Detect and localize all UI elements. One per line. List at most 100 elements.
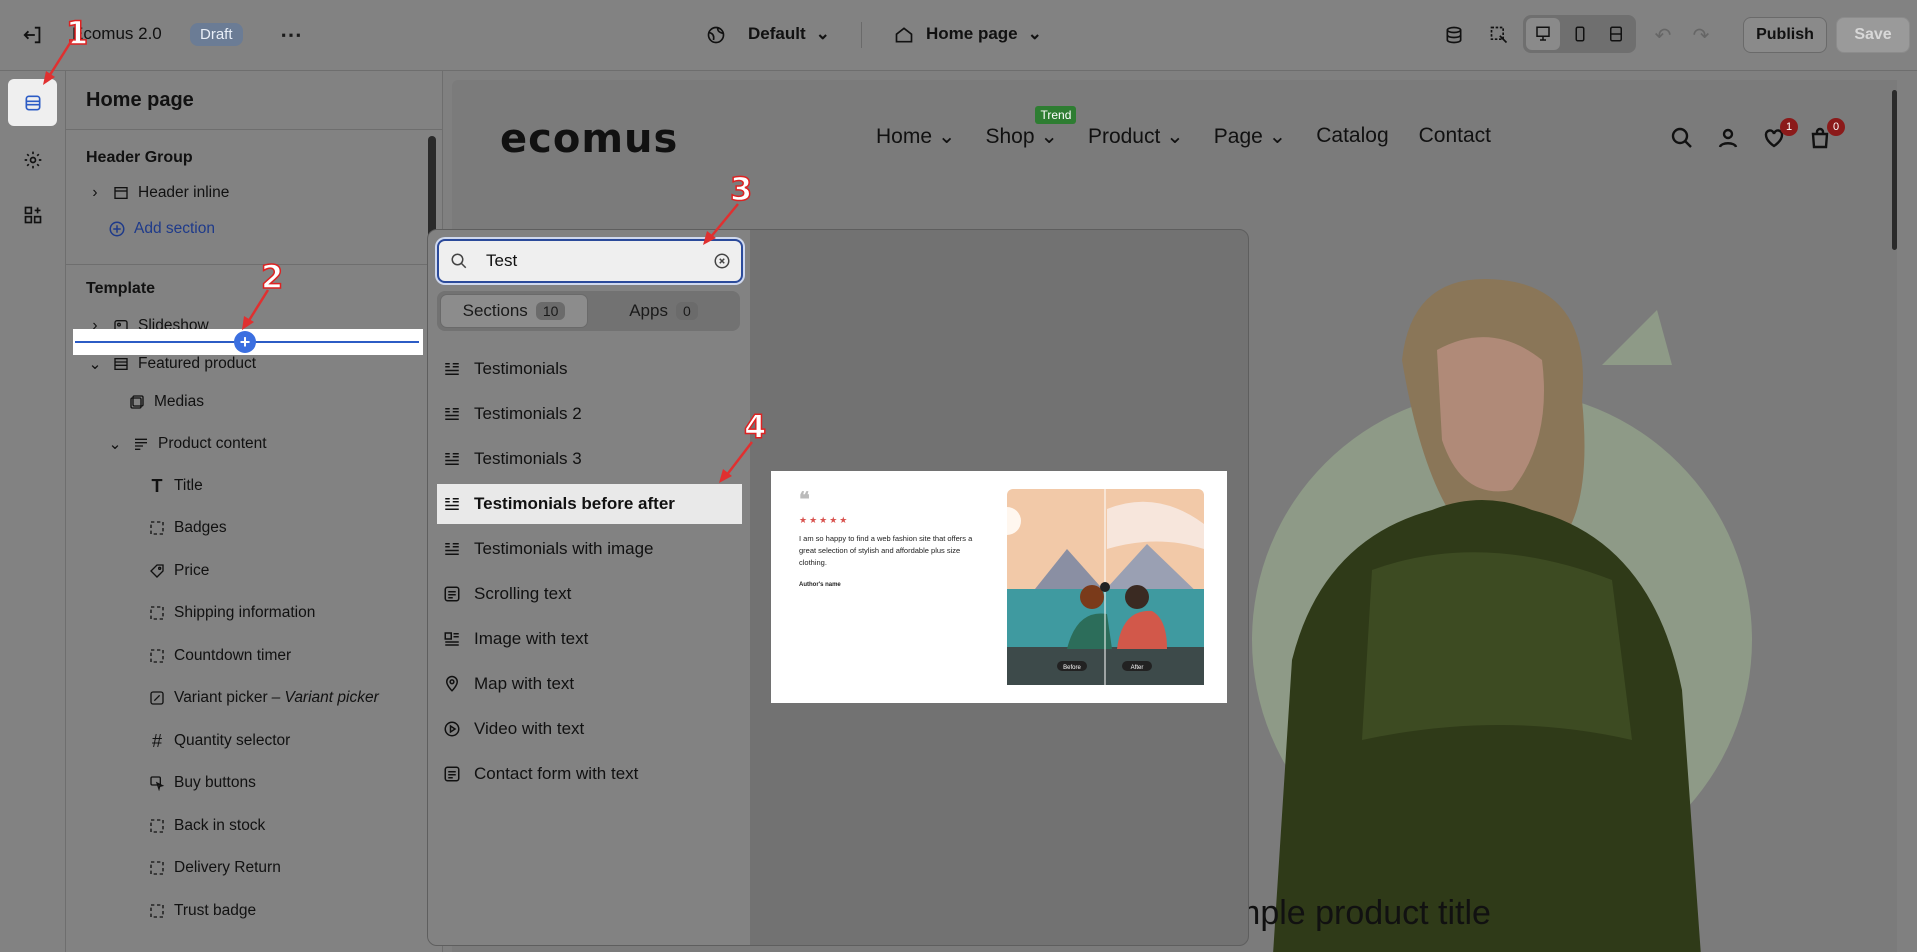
section-row-featured-product[interactable]: ⌄ Featured product bbox=[86, 355, 257, 373]
tab-count: 0 bbox=[675, 302, 698, 320]
preview-scrollbar[interactable] bbox=[1892, 90, 1897, 250]
status-badge: Draft bbox=[190, 23, 243, 46]
chevron-down-icon[interactable]: ⌄ bbox=[106, 435, 124, 453]
tab-label: Apps bbox=[629, 301, 668, 320]
block-label: Quantity selector bbox=[174, 732, 291, 749]
media-icon bbox=[128, 393, 146, 411]
block-row-price[interactable]: Price bbox=[148, 562, 209, 580]
theme-selector[interactable]: Default ⌄ bbox=[748, 24, 830, 44]
search-input[interactable]: Test bbox=[486, 251, 517, 271]
mobile-icon[interactable] bbox=[1563, 18, 1597, 50]
result-item[interactable]: Video with text bbox=[437, 709, 742, 749]
add-section-popup: Test Sections 10 Apps 0 Testimonials Tes… bbox=[427, 229, 1249, 946]
result-item[interactable]: Testimonials bbox=[437, 349, 742, 389]
tab-label: Sections bbox=[462, 301, 528, 320]
result-item[interactable]: Map with text bbox=[437, 664, 742, 704]
testimonial-icon bbox=[442, 494, 462, 514]
divider bbox=[66, 129, 442, 130]
map-pin-icon bbox=[442, 674, 462, 694]
nav-item-contact[interactable]: Contact bbox=[1419, 124, 1491, 149]
block-row-countdown-timer[interactable]: Countdown timer bbox=[148, 647, 291, 665]
template-heading: Template bbox=[86, 280, 156, 297]
nav-item-page[interactable]: Page ⌄ bbox=[1214, 124, 1286, 149]
tab-sections[interactable]: Sections 10 bbox=[440, 294, 588, 328]
image-text-icon bbox=[442, 629, 462, 649]
cart-count: 0 bbox=[1827, 118, 1845, 136]
block-label: Price bbox=[174, 562, 210, 579]
fullwidth-icon[interactable] bbox=[1599, 18, 1633, 50]
database-icon[interactable] bbox=[1441, 22, 1467, 48]
gear-icon[interactable] bbox=[20, 147, 46, 173]
panel-title: Home page bbox=[86, 89, 194, 111]
text-lines-icon bbox=[132, 435, 150, 453]
section-label: Featured product bbox=[138, 355, 257, 372]
result-item[interactable]: Scrolling text bbox=[437, 574, 742, 614]
result-label: Testimonials with image bbox=[474, 539, 654, 558]
save-button[interactable]: Save bbox=[1836, 17, 1910, 53]
result-label: Testimonials bbox=[474, 359, 568, 378]
plus-circle-icon bbox=[108, 220, 126, 238]
after-label: After bbox=[1131, 665, 1144, 671]
block-label: Variant picker bbox=[174, 689, 268, 706]
block-row-quantity-selector[interactable]: # Quantity selector bbox=[148, 730, 291, 751]
block-row-variant-picker[interactable]: Variant picker – Variant picker bbox=[148, 689, 379, 707]
block-label: Title bbox=[174, 477, 203, 494]
block-row-title[interactable]: T Title bbox=[148, 476, 203, 496]
block-row-shipping-information[interactable]: Shipping information bbox=[148, 604, 315, 622]
user-icon[interactable] bbox=[1714, 124, 1742, 152]
inspect-icon[interactable] bbox=[1486, 22, 1512, 48]
product-title: mple product title bbox=[1232, 894, 1491, 932]
apps-icon[interactable] bbox=[20, 202, 46, 228]
block-row-medias[interactable]: Medias bbox=[128, 393, 204, 411]
block-row-badges[interactable]: Badges bbox=[148, 519, 227, 537]
block-label: Product content bbox=[158, 435, 267, 452]
more-icon[interactable]: ⋯ bbox=[278, 22, 304, 48]
search-icon[interactable] bbox=[1668, 124, 1696, 152]
page-selector[interactable]: Home page ⌄ bbox=[926, 24, 1042, 44]
result-label: Testimonials 2 bbox=[474, 404, 582, 423]
undo-icon[interactable]: ↶ bbox=[1650, 22, 1676, 48]
desktop-icon[interactable] bbox=[1526, 18, 1560, 50]
chevron-down-icon: ⌄ bbox=[815, 24, 830, 43]
chevron-down-icon[interactable]: ⌄ bbox=[86, 355, 104, 373]
block-row-trust-badge[interactable]: Trust badge bbox=[148, 902, 256, 920]
result-item[interactable]: Testimonials with image bbox=[437, 529, 742, 569]
block-row-delivery-return[interactable]: Delivery Return bbox=[148, 859, 281, 877]
nav-item-product[interactable]: Product ⌄ bbox=[1088, 124, 1184, 149]
publish-button[interactable]: Publish bbox=[1743, 17, 1827, 53]
tab-count: 10 bbox=[535, 302, 566, 320]
add-section-button[interactable]: Add section bbox=[108, 220, 215, 238]
chevron-right-icon[interactable]: › bbox=[86, 184, 104, 202]
result-item[interactable]: Contact form with text bbox=[437, 754, 742, 794]
chevron-down-icon: ⌄ bbox=[1027, 24, 1042, 43]
popup-results-pane: Test Sections 10 Apps 0 Testimonials Tes… bbox=[428, 230, 750, 945]
globe-icon bbox=[705, 24, 727, 46]
home-icon bbox=[893, 24, 915, 46]
nav-item-shop[interactable]: Shop ⌄ Trend bbox=[985, 106, 1077, 149]
result-item-selected[interactable]: Testimonials before after bbox=[437, 484, 742, 524]
block-row-back-in-stock[interactable]: Back in stock bbox=[148, 817, 265, 835]
block-label: Countdown timer bbox=[174, 647, 292, 664]
nav-item-home[interactable]: Home ⌄ bbox=[876, 124, 955, 149]
result-item[interactable]: Image with text bbox=[437, 619, 742, 659]
section-row-header-inline[interactable]: › Header inline bbox=[86, 184, 229, 202]
nav-item-catalog[interactable]: Catalog bbox=[1316, 124, 1388, 149]
result-item[interactable]: Testimonials 3 bbox=[437, 439, 742, 479]
block-icon bbox=[148, 604, 166, 622]
annotation-arrow-2 bbox=[242, 289, 270, 330]
wishlist-count: 1 bbox=[1780, 118, 1798, 136]
left-rail bbox=[0, 71, 66, 952]
result-label: Map with text bbox=[474, 674, 575, 693]
result-item[interactable]: Testimonials 2 bbox=[437, 394, 742, 434]
result-label: Scrolling text bbox=[474, 584, 572, 603]
clear-search-icon[interactable] bbox=[712, 251, 732, 271]
trend-badge: Trend bbox=[1035, 106, 1077, 124]
hash-icon: # bbox=[151, 730, 162, 751]
block-row-product-content[interactable]: ⌄ Product content bbox=[106, 435, 267, 453]
block-subtitle: – Variant picker bbox=[271, 689, 379, 706]
product-icon bbox=[112, 355, 130, 373]
play-icon bbox=[442, 719, 462, 739]
tab-apps[interactable]: Apps 0 bbox=[590, 294, 737, 328]
redo-icon[interactable]: ↷ bbox=[1688, 22, 1714, 48]
block-row-buy-buttons[interactable]: Buy buttons bbox=[148, 774, 256, 792]
